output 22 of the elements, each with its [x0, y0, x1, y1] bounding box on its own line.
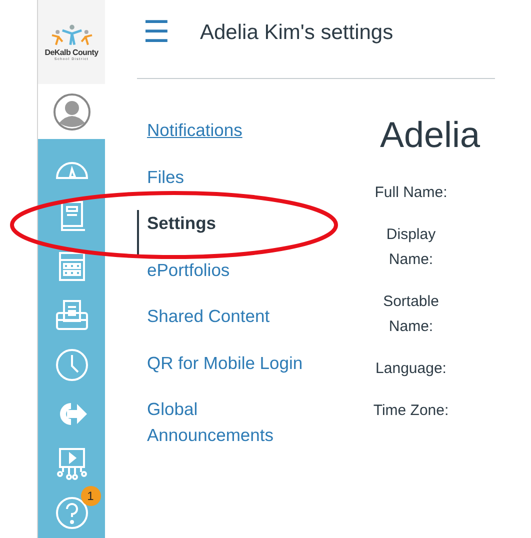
field-label: Display Name: — [385, 225, 437, 270]
clock-icon[interactable] — [54, 348, 88, 382]
nav-link[interactable]: Notifications — [137, 117, 312, 164]
help-icon[interactable] — [54, 496, 88, 530]
calendar-icon[interactable] — [56, 250, 86, 282]
nav-link[interactable]: Files — [137, 164, 312, 210]
field-label: Language: — [374, 359, 448, 379]
nav-link[interactable]: Global Announcements — [137, 396, 312, 448]
notification-badge: 1 — [80, 486, 100, 506]
page-title: Adelia Kim's settings — [200, 21, 394, 45]
field-label: Full Name: — [374, 183, 448, 203]
logo-name: DeKalb County — [44, 48, 98, 57]
inbox-icon[interactable] — [54, 299, 88, 332]
nav-link[interactable]: ePortfolios — [137, 256, 312, 303]
field-label: Sortable Name: — [382, 292, 440, 337]
avatar-icon[interactable] — [52, 92, 90, 131]
nav-link[interactable]: Shared Content — [137, 303, 312, 350]
field-label: Time Zone: — [372, 401, 450, 421]
profile-heading: Adelia — [380, 114, 480, 156]
video-board-icon[interactable] — [54, 446, 88, 481]
nav-link[interactable]: QR for Mobile Login — [137, 350, 312, 396]
menu-button[interactable]: ☰ — [137, 18, 170, 48]
